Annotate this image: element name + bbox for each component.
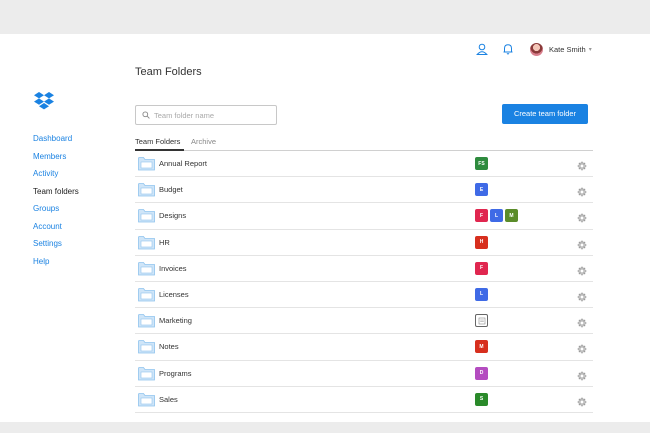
- sidebar-item-dashboard[interactable]: Dashboard: [33, 130, 79, 148]
- member-badge[interactable]: E: [475, 183, 488, 197]
- folder-name[interactable]: Marketing: [159, 316, 192, 325]
- member-badge[interactable]: F: [475, 261, 488, 275]
- sidebar-item-groups[interactable]: Groups: [33, 200, 79, 218]
- folder-icon: [138, 156, 155, 171]
- folder-list: Annual Report FS Budget E Designs F L M HR H Invoi…: [135, 151, 593, 413]
- gear-icon[interactable]: [577, 289, 587, 302]
- member-badge[interactable]: L: [475, 287, 488, 301]
- avatar: [530, 42, 543, 56]
- member-badges: FLM: [475, 209, 520, 223]
- member-badges: S: [475, 392, 490, 406]
- gear-icon[interactable]: [577, 394, 587, 407]
- folder-icon: [138, 235, 155, 250]
- table-row[interactable]: Invoices F: [135, 256, 593, 282]
- folder-icon: [138, 182, 155, 197]
- tab-bar: Team Folders Archive: [135, 135, 593, 151]
- document-icon[interactable]: [475, 314, 488, 328]
- tab-archive[interactable]: Archive: [191, 137, 216, 146]
- app-window: Kate Smith ▾ Dashboard Members Activity …: [0, 34, 650, 422]
- user-menu[interactable]: Kate Smith ▾: [530, 42, 592, 56]
- gear-icon[interactable]: [577, 237, 587, 249]
- chevron-down-icon: ▾: [588, 46, 592, 53]
- folder-name[interactable]: Invoices: [159, 264, 187, 273]
- member-badge[interactable]: D: [475, 366, 488, 380]
- folder-name[interactable]: Annual Report: [159, 159, 207, 168]
- member-badges: L: [475, 287, 490, 301]
- table-row[interactable]: HR H: [135, 230, 593, 256]
- gear-icon[interactable]: [577, 341, 587, 354]
- table-row[interactable]: Designs F L M: [135, 203, 593, 230]
- search-box[interactable]: [135, 105, 277, 125]
- sidebar-item-team-folders[interactable]: Team folders: [33, 183, 79, 201]
- user-icon[interactable]: [475, 42, 489, 56]
- member-badge[interactable]: S: [475, 392, 488, 406]
- gear-icon[interactable]: [577, 158, 587, 171]
- table-row[interactable]: Budget E: [135, 177, 593, 204]
- folder-icon: [138, 261, 155, 276]
- table-row[interactable]: Sales S: [135, 387, 593, 413]
- folder-name[interactable]: Programs: [159, 369, 192, 378]
- table-row[interactable]: Licenses L: [135, 282, 593, 309]
- folder-icon: [138, 287, 155, 302]
- member-badges: [475, 314, 490, 328]
- folder-icon: [138, 313, 155, 328]
- folder-name[interactable]: Notes: [159, 342, 179, 351]
- member-badge[interactable]: FS: [475, 157, 488, 170]
- bell-icon[interactable]: [501, 42, 515, 56]
- gear-icon[interactable]: [577, 315, 587, 328]
- table-row[interactable]: Programs D: [135, 361, 593, 387]
- folder-name[interactable]: Designs: [159, 211, 186, 220]
- search-input[interactable]: [154, 110, 264, 120]
- member-badges: FS: [475, 157, 490, 170]
- member-badges: H: [475, 235, 490, 249]
- table-row[interactable]: Marketing: [135, 308, 593, 335]
- folder-icon: [138, 366, 155, 381]
- member-badges: M: [475, 340, 490, 354]
- sidebar-item-members[interactable]: Members: [33, 148, 79, 166]
- user-name: Kate Smith: [549, 44, 586, 54]
- folder-name[interactable]: Budget: [159, 185, 183, 194]
- table-row[interactable]: Annual Report FS: [135, 151, 593, 178]
- create-team-folder-button[interactable]: Create team folder: [502, 104, 588, 124]
- gear-icon[interactable]: [577, 210, 587, 223]
- tab-team-folders[interactable]: Team Folders: [135, 137, 180, 146]
- sidebar-item-account[interactable]: Account: [33, 218, 79, 236]
- member-badge[interactable]: F: [475, 209, 488, 223]
- member-badges: D: [475, 366, 490, 380]
- folder-name[interactable]: Licenses: [159, 290, 189, 299]
- top-bar: [0, 0, 650, 34]
- folder-icon: [138, 392, 155, 407]
- bottom-bar: [0, 422, 650, 433]
- member-badge[interactable]: M: [475, 340, 488, 354]
- member-badge[interactable]: M: [505, 209, 518, 223]
- member-badges: E: [475, 183, 490, 197]
- search-icon: [142, 111, 150, 119]
- sidebar-item-settings[interactable]: Settings: [33, 235, 79, 253]
- page-title: Team Folders: [135, 66, 202, 78]
- folder-name[interactable]: HR: [159, 238, 170, 247]
- dropbox-logo-icon[interactable]: [33, 90, 55, 112]
- sidebar-item-activity[interactable]: Activity: [33, 165, 79, 183]
- table-row[interactable]: Notes M: [135, 334, 593, 361]
- folder-icon: [138, 339, 155, 354]
- sidebar-nav: Dashboard Members Activity Team folders …: [33, 130, 79, 270]
- gear-icon[interactable]: [577, 263, 587, 276]
- gear-icon[interactable]: [577, 184, 587, 197]
- folder-icon: [138, 208, 155, 223]
- member-badge[interactable]: L: [490, 209, 503, 223]
- gear-icon[interactable]: [577, 368, 587, 380]
- member-badge[interactable]: H: [475, 235, 488, 249]
- folder-name[interactable]: Sales: [159, 395, 178, 404]
- sidebar-item-help[interactable]: Help: [33, 253, 79, 271]
- member-badges: F: [475, 261, 490, 275]
